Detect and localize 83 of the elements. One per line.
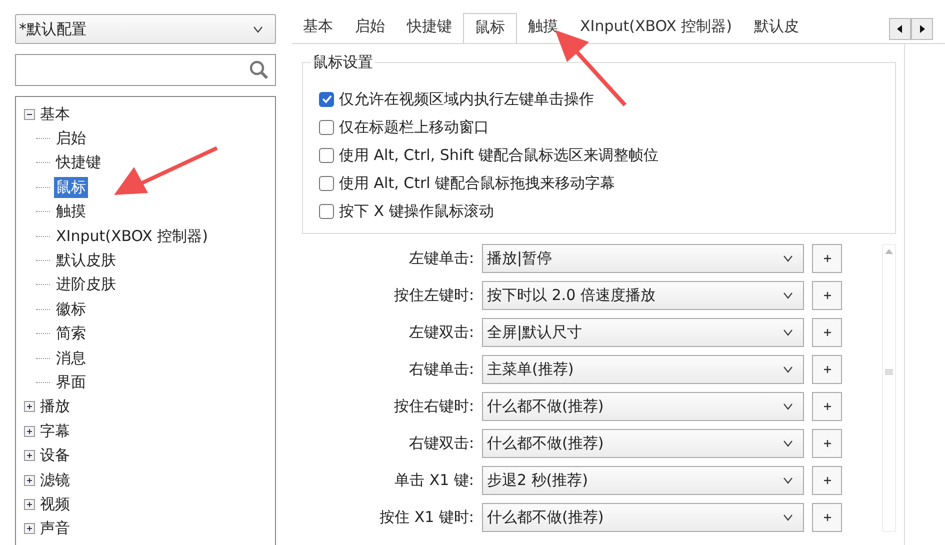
tree-item[interactable]: 鼠标 [54,176,88,198]
plus-icon [822,402,832,411]
expand-icon[interactable] [24,426,35,437]
chevron-down-icon [253,26,263,32]
search-icon [249,60,269,80]
chevron-down-icon [783,514,793,521]
chevron-down-icon [783,292,793,299]
tab[interactable]: 触摸 [517,13,569,43]
expand-icon[interactable] [24,474,35,486]
action-dropdown[interactable]: 步退2 秒(推荐) [482,466,804,495]
binding-label: 右键单击: [408,360,474,379]
expand-icon[interactable] [24,401,35,412]
action-dropdown[interactable]: 全屏|默认尺寸 [482,318,804,347]
checkbox-label: 使用 Alt, Ctrl 键配合鼠标拖拽来移动字幕 [339,174,616,192]
tree-item[interactable]: 视频 [38,494,72,515]
binding-label: 单击 X1 键: [394,471,474,490]
tab[interactable]: 启始 [344,13,396,43]
chevron-down-icon [783,403,793,410]
binding-label: 右键双击: [408,434,474,453]
tab[interactable]: 鼠标 [463,13,517,43]
plus-icon [822,439,832,448]
vertical-scrollbar[interactable] [882,244,896,532]
checkbox-label: 按下 X 键操作鼠标滚动 [339,202,494,220]
binding-label: 左键单击: [408,249,474,268]
scroll-left-button[interactable] [889,18,911,40]
action-dropdown[interactable]: 按下时以 2.0 倍速度播放 [482,281,804,310]
tab[interactable]: XInput(XBOX 控制器) [569,13,744,43]
tree-item[interactable]: 默认皮肤 [54,250,118,272]
checkbox[interactable] [319,92,334,106]
chevron-down-icon [783,366,793,373]
tree-item[interactable]: 声音 [38,518,72,540]
tree-item[interactable]: 设备 [38,445,72,466]
tree-item[interactable]: 消息 [54,348,88,369]
action-dropdown[interactable]: 主菜单(推荐) [482,355,804,384]
collapse-icon[interactable] [24,108,35,120]
tree-item[interactable]: 字幕 [38,420,72,442]
action-dropdown[interactable]: 什么都不做(推荐) [482,392,804,421]
tree-item[interactable]: 进阶皮肤 [54,274,118,296]
tab[interactable]: 快捷键 [396,13,463,43]
action-dropdown[interactable]: 什么都不做(推荐) [482,429,804,458]
tree-item[interactable]: 界面 [54,372,88,393]
plus-icon [822,291,832,300]
plus-icon [822,254,832,263]
tree-item[interactable]: 快捷键 [54,152,103,174]
tree-item[interactable]: 启始 [54,128,88,150]
search-field[interactable] [15,54,276,86]
checkbox-label: 仅在标题栏上移动窗口 [339,118,489,136]
tab[interactable]: 基本 [292,13,344,43]
binding-label: 按住 X1 键时: [378,508,474,527]
scroll-right-button[interactable] [911,18,933,40]
tree-item[interactable]: 触摸 [54,201,88,222]
grip-icon [885,369,893,375]
checkbox[interactable] [319,120,334,134]
expand-icon[interactable] [24,498,35,510]
action-dropdown[interactable]: 什么都不做(推荐) [482,503,804,532]
expand-icon[interactable] [24,523,35,534]
chevron-down-icon [783,440,793,447]
tree-item[interactable]: 播放 [38,396,72,418]
chevron-down-icon [783,477,793,484]
tab[interactable]: 默认皮 [743,13,810,43]
profile-dropdown[interactable]: *默认配置 [15,14,276,44]
plus-icon [822,365,832,374]
chevron-down-icon [783,255,793,262]
binding-label: 按住右键时: [392,397,474,416]
tree-item[interactable]: 滤镜 [38,470,72,491]
expand-icon[interactable] [24,450,35,462]
checkbox[interactable] [319,204,334,218]
group-title: 鼠标设置 [311,53,375,72]
binding-label: 左键双击: [408,323,474,342]
checkbox[interactable] [319,148,334,162]
plus-icon [822,328,832,337]
tree-item[interactable]: 徽标 [54,298,88,320]
checkbox-label: 仅允许在视频区域内执行左键单击操作 [339,90,594,108]
tree-item[interactable]: XInput(XBOX 控制器) [54,226,210,247]
action-dropdown[interactable]: 播放|暂停 [482,244,804,273]
plus-icon [822,476,832,485]
tree-item[interactable]: 简索 [54,323,88,344]
chevron-down-icon [783,329,793,336]
plus-icon [822,513,832,522]
checkbox[interactable] [319,176,334,190]
binding-label: 按住左键时: [392,286,474,305]
tree-item[interactable]: 基本 [38,104,72,125]
checkbox-label: 使用 Alt, Ctrl, Shift 键配合鼠标选区来调整帧位 [339,146,659,164]
